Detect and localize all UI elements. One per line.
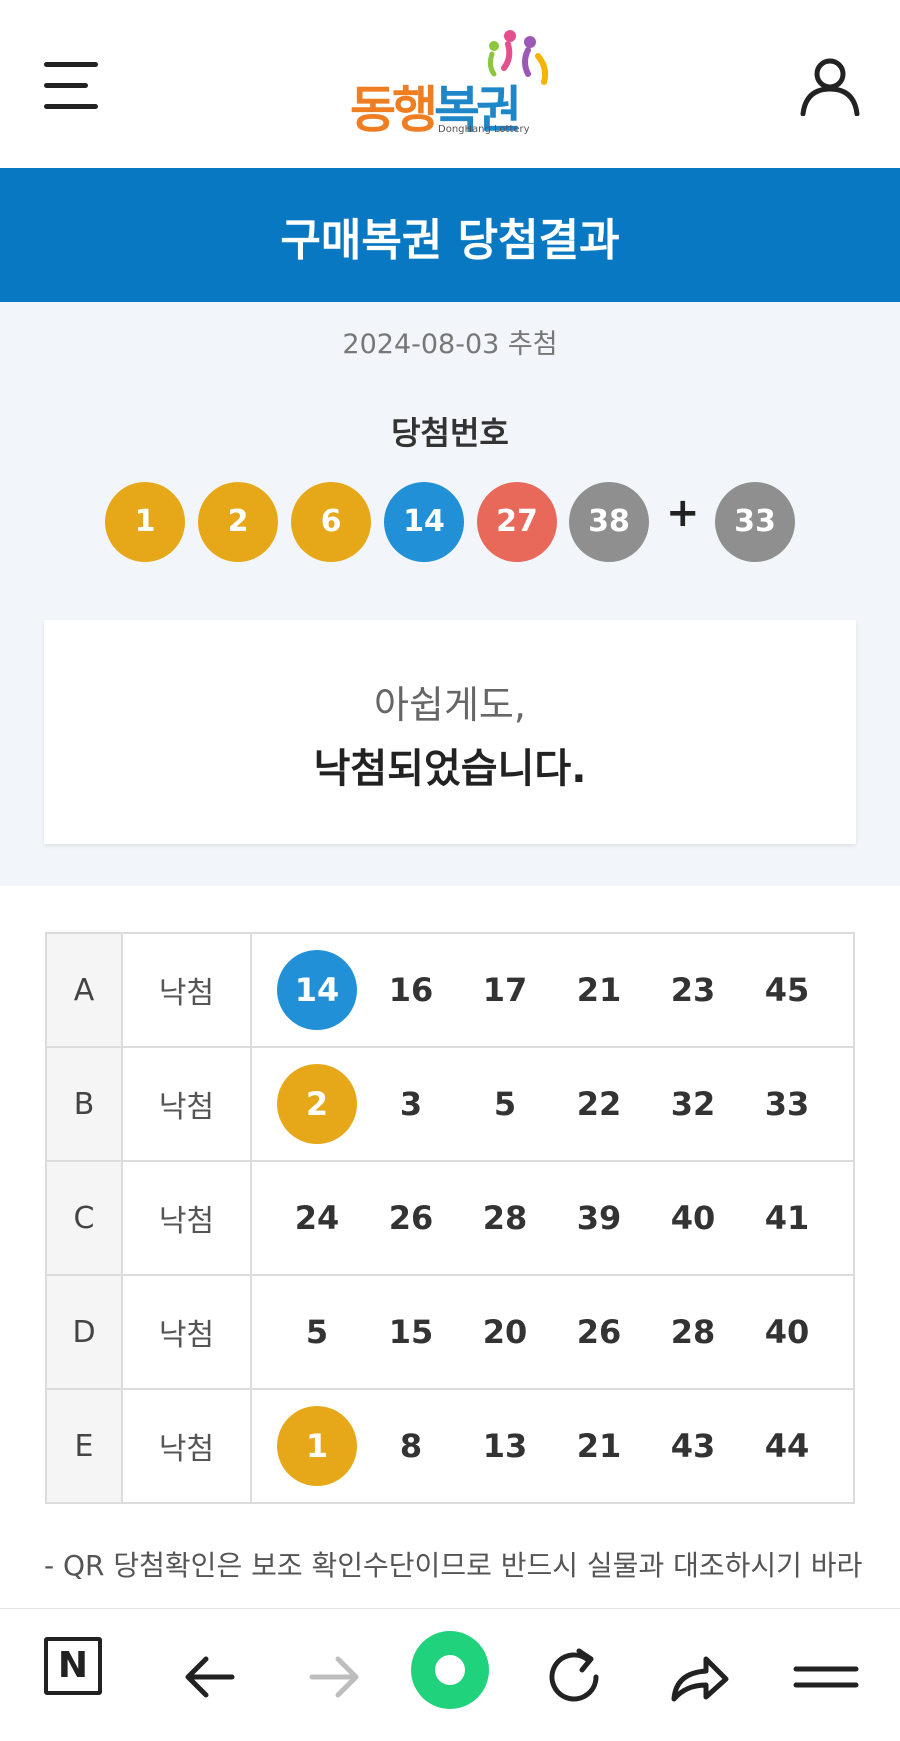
ticket-number: 5 bbox=[305, 1313, 329, 1351]
ticket-number: 20 bbox=[482, 1313, 528, 1351]
page: 동행복권 DongHang Lottery 구매복권 당첨결과 2024-08-… bbox=[0, 0, 900, 1741]
ticket-number: 33 bbox=[764, 1085, 810, 1123]
ticket-number: 40 bbox=[670, 1199, 716, 1237]
ticket-number: 24 bbox=[294, 1199, 340, 1237]
hamburger-menu-icon[interactable] bbox=[44, 62, 98, 110]
naver-n-label: N bbox=[44, 1637, 102, 1695]
logo-text-part1: 동행 bbox=[350, 81, 438, 139]
ticket-number-matched: 1 bbox=[277, 1406, 357, 1486]
result-message-card: 아쉽게도, 낙첨되었습니다. bbox=[44, 620, 856, 844]
winning-ball-4: 14 bbox=[384, 482, 464, 562]
clipped-round-title bbox=[330, 302, 640, 306]
ticket-number: 44 bbox=[764, 1427, 810, 1465]
winning-numbers-label: 당첨번호 bbox=[391, 414, 509, 452]
ticket-table: A 낙첨 14 16 17 21 23 45 B 낙첨 2 3 5 22 32 … bbox=[45, 932, 855, 1504]
browser-bottom-bar: N bbox=[0, 1608, 900, 1741]
ticket-number: 43 bbox=[670, 1427, 716, 1465]
result-section: 2024-08-03 추첨 당첨번호 1 2 6 14 27 38 + 33 아… bbox=[0, 302, 900, 886]
page-title: 구매복권 당첨결과 bbox=[280, 215, 620, 266]
bonus-ball: 33 bbox=[715, 482, 795, 562]
row-numbers: 1 8 13 21 43 44 bbox=[250, 1388, 855, 1504]
ticket-number: 28 bbox=[670, 1313, 716, 1351]
row-label: C bbox=[45, 1160, 123, 1276]
ticket-number: 23 bbox=[670, 971, 716, 1009]
ticket-number: 32 bbox=[670, 1085, 716, 1123]
ticket-number: 15 bbox=[388, 1313, 434, 1351]
row-label: B bbox=[45, 1046, 123, 1162]
top-header: 동행복권 DongHang Lottery bbox=[0, 0, 900, 168]
ticket-number: 8 bbox=[399, 1427, 423, 1465]
share-icon[interactable] bbox=[658, 1637, 738, 1717]
ticket-number-matched: 14 bbox=[277, 950, 357, 1030]
table-row: C 낙첨 24 26 28 39 40 41 bbox=[45, 1160, 855, 1276]
logo[interactable]: 동행복권 DongHang Lottery bbox=[350, 28, 560, 140]
ticket-number: 26 bbox=[576, 1313, 622, 1351]
ticket-number: 39 bbox=[576, 1199, 622, 1237]
ticket-number: 26 bbox=[388, 1199, 434, 1237]
table-row: A 낙첨 14 16 17 21 23 45 bbox=[45, 932, 855, 1048]
ticket-number: 21 bbox=[576, 971, 622, 1009]
table-row: D 낙첨 5 15 20 26 28 40 bbox=[45, 1274, 855, 1390]
green-home-icon[interactable] bbox=[411, 1631, 491, 1717]
forward-arrow-icon[interactable] bbox=[294, 1637, 374, 1717]
title-bar: 구매복권 당첨결과 bbox=[0, 168, 900, 302]
ticket-number-matched: 2 bbox=[277, 1064, 357, 1144]
row-label: A bbox=[45, 932, 123, 1048]
ticket-number: 17 bbox=[482, 971, 528, 1009]
draw-date: 2024-08-03 추첨 bbox=[342, 329, 558, 360]
row-status: 낙첨 bbox=[121, 1160, 252, 1276]
winning-ball-5: 27 bbox=[477, 482, 557, 562]
row-status: 낙첨 bbox=[121, 1274, 252, 1390]
ticket-number: 5 bbox=[493, 1085, 517, 1123]
winning-ball-2: 2 bbox=[198, 482, 278, 562]
logo-subtitle: DongHang Lottery bbox=[438, 124, 530, 135]
ticket-number: 45 bbox=[764, 971, 810, 1009]
winning-ball-1: 1 bbox=[105, 482, 185, 562]
ticket-number: 16 bbox=[388, 971, 434, 1009]
table-row: B 낙첨 2 3 5 22 32 33 bbox=[45, 1046, 855, 1162]
winning-ball-3: 6 bbox=[291, 482, 371, 562]
plus-sign: + bbox=[666, 490, 700, 536]
back-arrow-icon[interactable] bbox=[170, 1637, 250, 1717]
ticket-number: 3 bbox=[399, 1085, 423, 1123]
result-message-line1: 아쉽게도, bbox=[374, 683, 526, 727]
ticket-number: 21 bbox=[576, 1427, 622, 1465]
menu-icon[interactable] bbox=[786, 1637, 866, 1717]
ticket-number: 28 bbox=[482, 1199, 528, 1237]
row-numbers: 2 3 5 22 32 33 bbox=[250, 1046, 855, 1162]
row-numbers: 24 26 28 39 40 41 bbox=[250, 1160, 855, 1276]
winning-ball-6: 38 bbox=[569, 482, 649, 562]
qr-notice-text: - QR 당첨확인은 보조 확인수단이므로 반드시 실물과 대조하시기 바라 bbox=[44, 1549, 863, 1582]
ticket-number: 40 bbox=[764, 1313, 810, 1351]
row-status: 낙첨 bbox=[121, 1046, 252, 1162]
row-label: E bbox=[45, 1388, 123, 1504]
row-numbers: 14 16 17 21 23 45 bbox=[250, 932, 855, 1048]
ticket-number: 41 bbox=[764, 1199, 810, 1237]
table-row: E 낙첨 1 8 13 21 43 44 bbox=[45, 1388, 855, 1504]
ticket-number: 22 bbox=[576, 1085, 622, 1123]
ticket-number: 13 bbox=[482, 1427, 528, 1465]
user-profile-icon[interactable] bbox=[798, 56, 862, 116]
naver-n-icon[interactable]: N bbox=[44, 1637, 124, 1717]
row-status: 낙첨 bbox=[121, 1388, 252, 1504]
row-status: 낙첨 bbox=[121, 932, 252, 1048]
row-label: D bbox=[45, 1274, 123, 1390]
refresh-icon[interactable] bbox=[534, 1637, 614, 1717]
result-message-line2: 낙첨되었습니다. bbox=[313, 746, 587, 792]
row-numbers: 5 15 20 26 28 40 bbox=[250, 1274, 855, 1390]
